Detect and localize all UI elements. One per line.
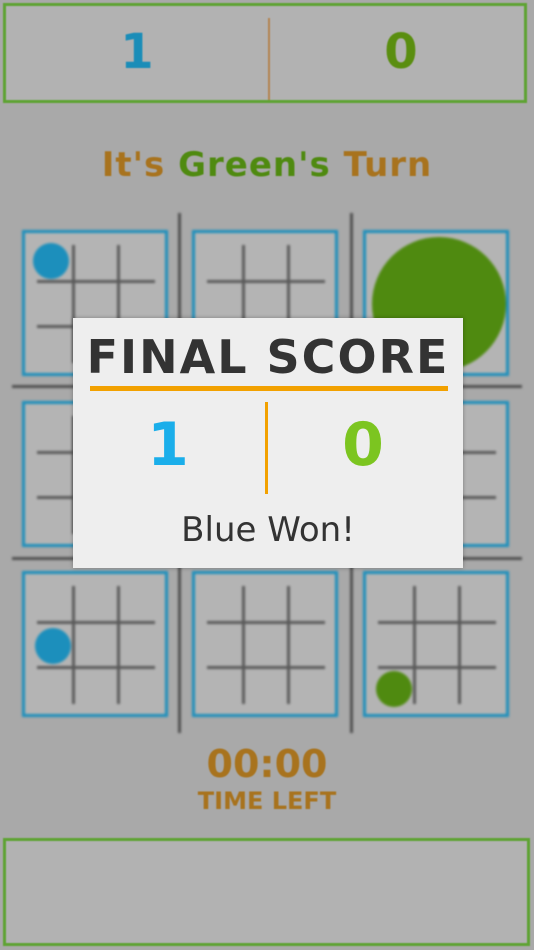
top-score-bar: 1 0: [3, 3, 527, 103]
green-score: 0: [384, 24, 418, 80]
blue-piece: [35, 628, 71, 664]
turn-prefix: It's: [101, 145, 166, 185]
final-blue-score: 1: [147, 410, 189, 480]
blue-score: 1: [120, 24, 154, 80]
final-green-score: 0: [342, 410, 384, 480]
board-cell-9[interactable]: [363, 571, 509, 717]
timer: 00:00 TIME LEFT: [0, 742, 534, 816]
final-score-title: FINAL SCORE: [86, 330, 450, 384]
final-score-dialog[interactable]: FINAL SCORE 1 0 Blue Won!: [73, 318, 463, 568]
game-screen: 1 0 It's Green's Turn 00:00 TIME LEFT FI…: [0, 0, 534, 950]
turn-suffix: Turn: [343, 145, 433, 185]
turn-player: Green's: [178, 145, 331, 185]
time-left-value: 00:00: [206, 742, 328, 786]
result-message: Blue Won!: [181, 510, 355, 550]
board-cell-8[interactable]: [192, 571, 338, 717]
bottom-bar: [3, 838, 530, 946]
green-piece: [376, 671, 412, 707]
title-underline: [90, 386, 448, 391]
blue-piece: [33, 243, 69, 279]
board-cell-7[interactable]: [22, 571, 168, 717]
time-left-label: TIME LEFT: [197, 787, 337, 815]
turn-indicator: It's Green's Turn: [0, 145, 534, 185]
